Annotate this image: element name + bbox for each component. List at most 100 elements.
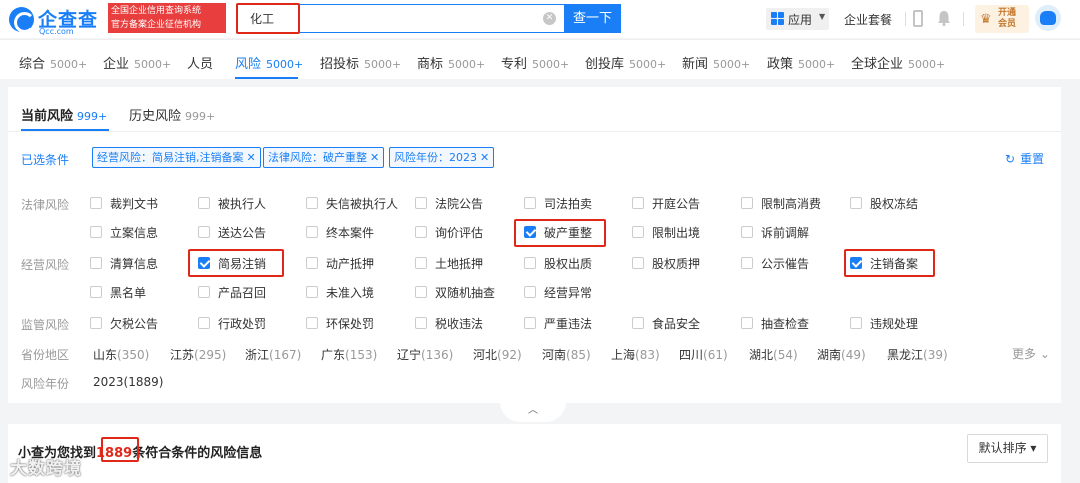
checkbox[interactable] bbox=[415, 257, 427, 269]
avatar[interactable] bbox=[1035, 5, 1061, 31]
checkbox[interactable] bbox=[306, 226, 318, 238]
province-option[interactable]: 江苏(295) bbox=[170, 346, 226, 363]
province-option[interactable]: 广东(153) bbox=[321, 346, 377, 363]
tab-label: 政策 bbox=[767, 57, 794, 72]
checkbox[interactable] bbox=[632, 257, 644, 269]
bell-icon[interactable] bbox=[937, 10, 951, 26]
checkbox-checked[interactable] bbox=[198, 257, 210, 269]
tab-news[interactable]: 新闻 5000+ bbox=[682, 53, 750, 72]
sort-dropdown[interactable]: 默认排序 ▾ bbox=[967, 434, 1048, 463]
checkbox[interactable] bbox=[850, 317, 862, 329]
close-icon[interactable]: ✕ bbox=[370, 151, 379, 164]
province-option[interactable]: 上海(83) bbox=[611, 346, 660, 363]
option-label: 环保处罚 bbox=[326, 317, 375, 331]
collapse-filters-button[interactable]: ︿ bbox=[500, 402, 566, 422]
option-label: 经营异常 bbox=[544, 286, 593, 300]
province-option[interactable]: 湖南(49) bbox=[817, 346, 866, 363]
checkbox[interactable] bbox=[306, 317, 318, 329]
tab-policy[interactable]: 政策 5000+ bbox=[767, 53, 835, 72]
tab-patent[interactable]: 专利 5000+ bbox=[501, 53, 569, 72]
option-label: 送达公告 bbox=[218, 226, 267, 240]
province-option[interactable]: 四川(61) bbox=[679, 346, 728, 363]
enterprise-suite-link[interactable]: 企业套餐 bbox=[844, 11, 892, 28]
tab-people[interactable]: 人员 bbox=[187, 53, 213, 72]
subtab-current-risk[interactable]: 当前风险 999+ bbox=[21, 105, 107, 124]
checkbox[interactable] bbox=[415, 286, 427, 298]
clear-icon[interactable]: ✕ bbox=[543, 12, 556, 25]
province-option[interactable]: 湖北(54) bbox=[749, 346, 798, 363]
checkbox[interactable] bbox=[524, 257, 536, 269]
search-button[interactable]: 查一下 bbox=[564, 4, 621, 33]
checkbox[interactable] bbox=[741, 317, 753, 329]
apps-menu-button[interactable]: 应用 ▼ bbox=[766, 8, 829, 30]
close-icon[interactable]: ✕ bbox=[480, 151, 489, 164]
province-option[interactable]: 辽宁(136) bbox=[397, 346, 453, 363]
tab-global[interactable]: 全球企业 5000+ bbox=[851, 53, 945, 72]
checkbox[interactable] bbox=[415, 317, 427, 329]
checkbox[interactable] bbox=[632, 317, 644, 329]
checkbox[interactable] bbox=[524, 317, 536, 329]
checkbox-checked[interactable] bbox=[850, 257, 862, 269]
province-count: (54) bbox=[773, 348, 798, 362]
checkbox[interactable] bbox=[524, 286, 536, 298]
checkbox[interactable] bbox=[632, 197, 644, 209]
checkbox[interactable] bbox=[90, 226, 102, 238]
checkbox[interactable] bbox=[741, 226, 753, 238]
chevron-down-icon: ▼ bbox=[819, 12, 826, 21]
checkbox[interactable] bbox=[524, 197, 536, 209]
checkbox[interactable] bbox=[306, 286, 318, 298]
checkbox[interactable] bbox=[198, 226, 210, 238]
checkbox[interactable] bbox=[415, 197, 427, 209]
tab-comprehensive[interactable]: 综合 5000+ bbox=[19, 53, 87, 72]
vip-button[interactable]: ♛ 开通 会员 bbox=[975, 5, 1029, 33]
checkbox[interactable] bbox=[415, 226, 427, 238]
selected-chip[interactable]: 风险年份：2023 ✕ bbox=[389, 147, 495, 168]
category-tabs: 综合 5000+ 企业 5000+ 人员 风险 5000+ 招投标 5000+ 商标 50… bbox=[0, 39, 1080, 79]
checkbox[interactable] bbox=[741, 197, 753, 209]
checkbox[interactable] bbox=[198, 286, 210, 298]
province-count: (83) bbox=[635, 348, 660, 362]
search-input[interactable] bbox=[237, 5, 537, 32]
province-option[interactable]: 河北(92) bbox=[473, 346, 522, 363]
checkbox[interactable] bbox=[198, 197, 210, 209]
slogan-line-1: 全国企业信用查询系统 bbox=[111, 6, 202, 16]
option-label: 被执行人 bbox=[218, 197, 267, 211]
option-label: 行政处罚 bbox=[218, 317, 267, 331]
checkbox[interactable] bbox=[90, 286, 102, 298]
subtab-history-risk[interactable]: 历史风险 999+ bbox=[129, 105, 215, 124]
more-provinces-button[interactable]: 更多 ⌄ bbox=[1012, 345, 1050, 362]
tab-company[interactable]: 企业 5000+ bbox=[103, 53, 171, 72]
checkbox[interactable] bbox=[90, 257, 102, 269]
checkbox[interactable] bbox=[198, 317, 210, 329]
tab-label: 人员 bbox=[187, 57, 214, 72]
checkbox[interactable] bbox=[90, 197, 102, 209]
checkbox[interactable] bbox=[850, 197, 862, 209]
province-option[interactable]: 河南(85) bbox=[542, 346, 591, 363]
selected-chip[interactable]: 经营风险：简易注销,注销备案 ✕ bbox=[92, 147, 261, 168]
tab-count: 5000+ bbox=[908, 58, 946, 71]
selected-chip[interactable]: 法律风险：破产重整 ✕ bbox=[263, 147, 385, 168]
province-name: 广东 bbox=[321, 348, 346, 362]
province-option[interactable]: 黑龙江(39) bbox=[887, 346, 948, 363]
qcc-logo-icon[interactable] bbox=[9, 7, 35, 33]
tab-venture[interactable]: 创投库 5000+ bbox=[585, 53, 666, 72]
tab-bidding[interactable]: 招投标 5000+ bbox=[320, 53, 401, 72]
crown-icon: ♛ bbox=[980, 12, 992, 27]
year-option[interactable]: 2023(1889) bbox=[93, 375, 163, 389]
phone-icon[interactable] bbox=[913, 10, 923, 27]
tab-risk[interactable]: 风险 5000+ bbox=[235, 53, 303, 72]
checkbox[interactable] bbox=[741, 257, 753, 269]
tab-trademark[interactable]: 商标 5000+ bbox=[417, 53, 485, 72]
province-option[interactable]: 山东(350) bbox=[93, 346, 149, 363]
province-option[interactable]: 浙江(167) bbox=[245, 346, 301, 363]
checkbox[interactable] bbox=[306, 197, 318, 209]
reset-button[interactable]: ↻ 重置 bbox=[1005, 150, 1044, 167]
province-name: 河南 bbox=[542, 348, 567, 362]
option-label: 简易注销 bbox=[218, 257, 267, 271]
checkbox[interactable] bbox=[306, 257, 318, 269]
option-label: 开庭公告 bbox=[652, 197, 701, 211]
checkbox-checked[interactable] bbox=[524, 226, 536, 238]
checkbox[interactable] bbox=[632, 226, 644, 238]
checkbox[interactable] bbox=[90, 317, 102, 329]
close-icon[interactable]: ✕ bbox=[247, 151, 256, 164]
